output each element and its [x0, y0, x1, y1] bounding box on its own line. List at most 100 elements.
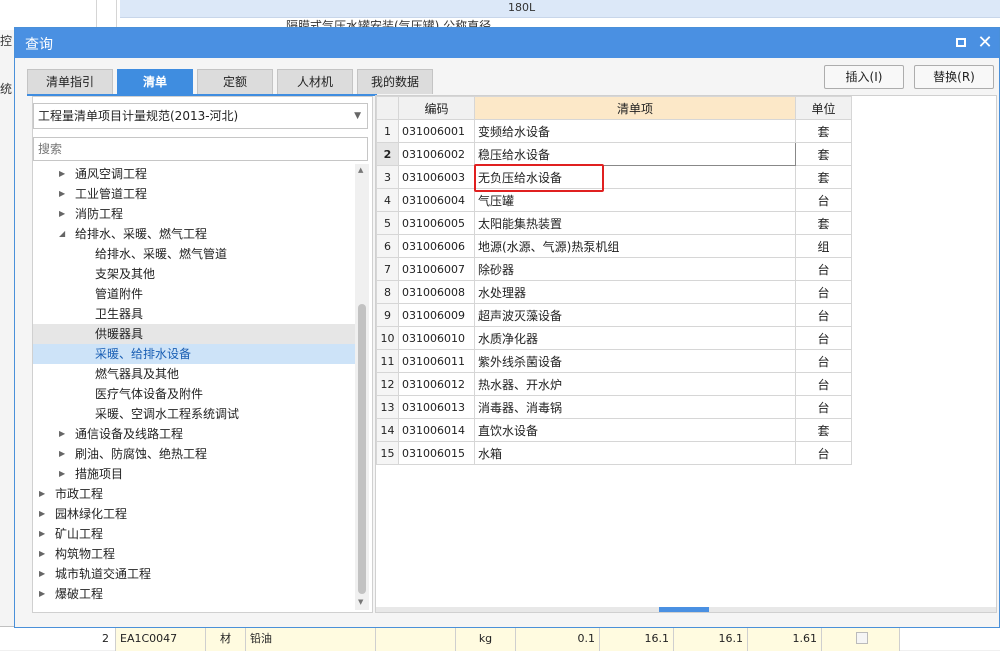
- table-row[interactable]: 4 031006004 气压罐台: [376, 188, 852, 212]
- tree-item[interactable]: 卫生器具: [33, 304, 355, 324]
- item-unit[interactable]: 台: [795, 326, 852, 350]
- row-number[interactable]: 14: [376, 418, 399, 442]
- item-code[interactable]: 031006007: [398, 257, 475, 281]
- search-input[interactable]: [33, 137, 368, 161]
- item-unit[interactable]: 套: [795, 165, 852, 189]
- item-unit[interactable]: 套: [795, 418, 852, 442]
- item-name[interactable]: 气压罐: [474, 188, 796, 212]
- dialog-titlebar[interactable]: 查询 ✕: [15, 28, 999, 58]
- table-row[interactable]: 9 031006009 超声波灭藻设备台: [376, 303, 852, 327]
- tab-labor-material-machine[interactable]: 人材机: [277, 69, 353, 94]
- expand-right-icon[interactable]: ▶: [39, 484, 45, 504]
- row-number[interactable]: 1: [376, 119, 399, 143]
- item-name[interactable]: 消毒器、消毒锅: [474, 395, 796, 419]
- item-unit[interactable]: 台: [795, 188, 852, 212]
- item-unit[interactable]: 台: [795, 395, 852, 419]
- item-unit[interactable]: 套: [795, 211, 852, 235]
- item-name[interactable]: 超声波灭藻设备: [474, 303, 796, 327]
- row-number[interactable]: 9: [376, 303, 399, 327]
- row-number[interactable]: 7: [376, 257, 399, 281]
- table-row[interactable]: 8 031006008 水处理器台: [376, 280, 852, 304]
- expand-down-icon[interactable]: ◢: [59, 224, 65, 244]
- tree-item[interactable]: 医疗气体设备及附件: [33, 384, 355, 404]
- table-row[interactable]: 15 031006015 水箱台: [376, 441, 852, 465]
- tree-item[interactable]: ▶ 工业管道工程: [33, 184, 355, 204]
- tree-item[interactable]: ▶ 措施项目: [33, 464, 355, 484]
- tree-item[interactable]: 管道附件: [33, 284, 355, 304]
- expand-right-icon[interactable]: ▶: [59, 424, 65, 444]
- tree-item[interactable]: 供暖器具: [33, 324, 355, 344]
- item-unit[interactable]: 台: [795, 257, 852, 281]
- item-name[interactable]: 紫外线杀菌设备: [474, 349, 796, 373]
- scroll-down-icon[interactable]: ▼: [358, 598, 363, 606]
- checkbox[interactable]: [856, 632, 868, 644]
- spec-select[interactable]: 工程量清单项目计量规范(2013-河北) ▼: [33, 103, 368, 129]
- tree-item[interactable]: 采暖、给排水设备: [33, 344, 355, 364]
- insert-button[interactable]: 插入(I): [824, 65, 904, 89]
- item-code[interactable]: 031006005: [398, 211, 475, 235]
- item-name[interactable]: 直饮水设备: [474, 418, 796, 442]
- item-code[interactable]: 031006002: [398, 142, 475, 166]
- table-row[interactable]: 12 031006012 热水器、开水炉台: [376, 372, 852, 396]
- tree-item[interactable]: 燃气器具及其他: [33, 364, 355, 384]
- expand-right-icon[interactable]: ▶: [39, 544, 45, 564]
- tree-item[interactable]: ▶ 园林绿化工程: [33, 504, 355, 524]
- item-code[interactable]: 031006013: [398, 395, 475, 419]
- item-code[interactable]: 031006011: [398, 349, 475, 373]
- header-unit[interactable]: 单位: [795, 96, 852, 120]
- item-code[interactable]: 031006008: [398, 280, 475, 304]
- expand-right-icon[interactable]: ▶: [39, 524, 45, 544]
- row-number[interactable]: 3: [376, 165, 399, 189]
- item-code[interactable]: 031006015: [398, 441, 475, 465]
- item-name[interactable]: 无负压给水设备: [474, 165, 796, 189]
- item-unit[interactable]: 台: [795, 349, 852, 373]
- tree-item[interactable]: 给排水、采暖、燃气管道: [33, 244, 355, 264]
- table-row[interactable]: 6 031006006 地源(水源、气源)热泵机组组: [376, 234, 852, 258]
- tree-item[interactable]: ▶ 矿山工程: [33, 524, 355, 544]
- item-code[interactable]: 031006004: [398, 188, 475, 212]
- table-row[interactable]: 3 031006003 无负压给水设备套: [376, 165, 852, 189]
- item-unit[interactable]: 组: [795, 234, 852, 258]
- tree-item[interactable]: 支架及其他: [33, 264, 355, 284]
- item-name[interactable]: 热水器、开水炉: [474, 372, 796, 396]
- header-code[interactable]: 编码: [398, 96, 475, 120]
- item-name[interactable]: 除砂器: [474, 257, 796, 281]
- expand-right-icon[interactable]: ▶: [59, 204, 65, 224]
- expand-right-icon[interactable]: ▶: [39, 564, 45, 584]
- row-number[interactable]: 8: [376, 280, 399, 304]
- table-row[interactable]: 10 031006010 水质净化器台: [376, 326, 852, 350]
- expand-right-icon[interactable]: ▶: [39, 504, 45, 524]
- item-name[interactable]: 地源(水源、气源)热泵机组: [474, 234, 796, 258]
- tree-item[interactable]: ▶ 构筑物工程: [33, 544, 355, 564]
- row-number[interactable]: 13: [376, 395, 399, 419]
- table-row[interactable]: 11 031006011 紫外线杀菌设备台: [376, 349, 852, 373]
- row-number[interactable]: 5: [376, 211, 399, 235]
- row-number[interactable]: 12: [376, 372, 399, 396]
- expand-right-icon[interactable]: ▶: [59, 444, 65, 464]
- row-number[interactable]: 15: [376, 441, 399, 465]
- item-code[interactable]: 031006003: [398, 165, 475, 189]
- tree-item[interactable]: ▶ 市政工程: [33, 484, 355, 504]
- table-row[interactable]: 2 031006002 稳压给水设备套: [376, 142, 852, 166]
- item-code[interactable]: 031006012: [398, 372, 475, 396]
- expand-right-icon[interactable]: ▶: [59, 184, 65, 204]
- tree-item[interactable]: ▶ 爆破工程: [33, 584, 355, 604]
- tree-item[interactable]: 采暖、空调水工程系统调试: [33, 404, 355, 424]
- item-name[interactable]: 太阳能集热装置: [474, 211, 796, 235]
- item-name[interactable]: 稳压给水设备: [474, 142, 796, 166]
- item-unit[interactable]: 套: [795, 142, 852, 166]
- background-grid-bottom-row[interactable]: 2 EA1C0047 材 铅油 kg 0.1 16.1 16.1 1.61: [0, 626, 1000, 651]
- item-code[interactable]: 031006001: [398, 119, 475, 143]
- header-name[interactable]: 清单项: [474, 96, 796, 120]
- item-code[interactable]: 031006010: [398, 326, 475, 350]
- tree-scrollbar[interactable]: ▲ ▼: [355, 164, 369, 610]
- item-code[interactable]: 031006009: [398, 303, 475, 327]
- row-number[interactable]: 10: [376, 326, 399, 350]
- item-unit[interactable]: 台: [795, 303, 852, 327]
- row-number[interactable]: 6: [376, 234, 399, 258]
- tree-item[interactable]: ▶ 通信设备及线路工程: [33, 424, 355, 444]
- close-button[interactable]: ✕: [975, 33, 995, 53]
- tree-item[interactable]: ▶ 城市轨道交通工程: [33, 564, 355, 584]
- scroll-up-icon[interactable]: ▲: [358, 166, 363, 174]
- tab-quota[interactable]: 定额: [197, 69, 273, 94]
